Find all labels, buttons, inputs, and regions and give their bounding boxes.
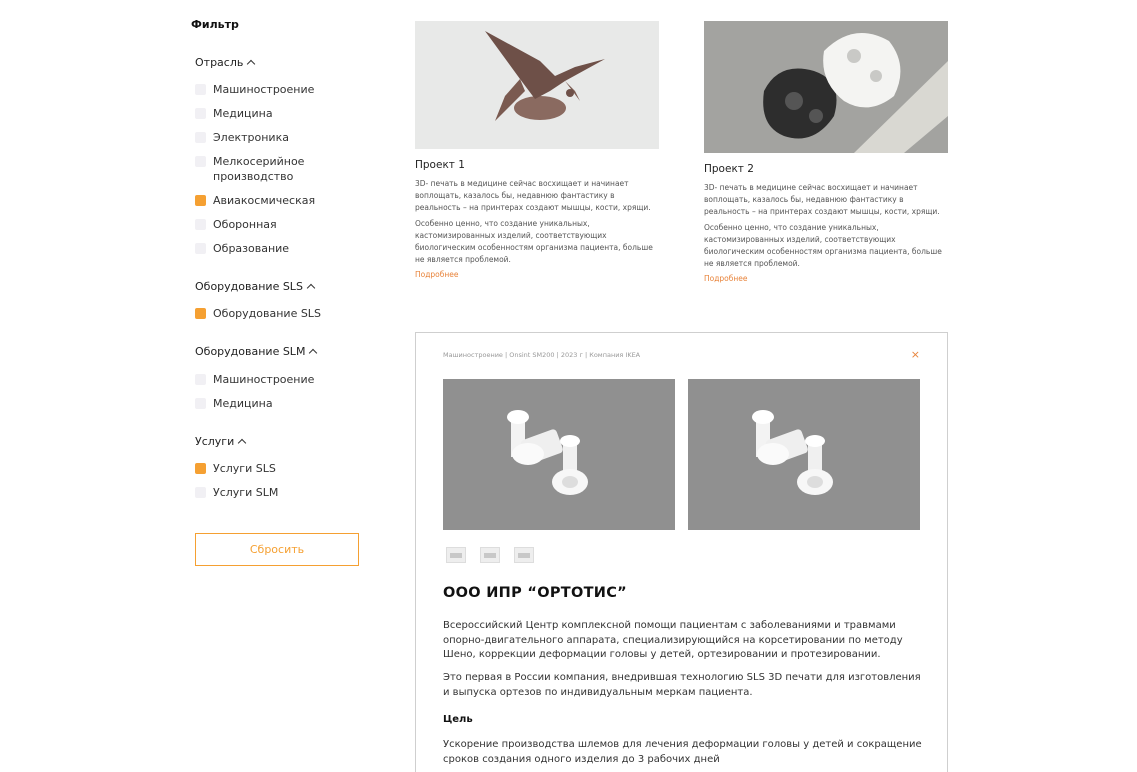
dragon-figure-image: [415, 21, 659, 149]
project-title: Проект 2: [704, 163, 754, 175]
filter-option-label: Машиностроение: [213, 373, 315, 386]
filter-option-label: Образование: [213, 242, 290, 255]
checkbox-checked[interactable]: [195, 195, 206, 206]
project-meta: Машиностроение | Onsint SM200 | 2023 г |…: [443, 351, 641, 359]
filter-option-label: Авиакосмическая: [213, 194, 316, 207]
thumbnail[interactable]: [514, 547, 534, 563]
chevron-up-icon: [247, 59, 256, 69]
chevron-up-icon: [306, 283, 316, 293]
project-description: Особенно ценно, что создание уникальных,…: [704, 223, 942, 268]
filter-group-label: Оборудование SLS: [195, 280, 303, 293]
filter-option[interactable]: Мелкосерийное производство: [195, 154, 325, 184]
project-card: Проект 1 3D- печать в медицине сейчас во…: [415, 21, 659, 279]
filter-option-label: Оборонная: [213, 218, 277, 231]
filter-option-label: Оборудование SLS: [213, 307, 321, 320]
chevron-up-icon: [309, 348, 318, 358]
project-description: 3D- печать в медицине сейчас восхищает и…: [415, 179, 651, 212]
orthosis-parts-image: [443, 379, 675, 530]
organization-title: ООО ИПР “ОРТОТИС”: [443, 585, 627, 601]
checkbox-checked[interactable]: [195, 463, 206, 474]
lattice-parts-image: [704, 21, 948, 153]
filter-group-slm-equipment[interactable]: Оборудование SLM: [195, 345, 318, 358]
project-description: Особенно ценно, что создание уникальных,…: [415, 219, 653, 264]
filter-option-label: Медицина: [213, 397, 273, 410]
filter-option[interactable]: Электроника: [195, 130, 289, 145]
filter-option[interactable]: Оборонная: [195, 217, 277, 232]
project-title: Проект 1: [415, 159, 465, 171]
project-photo[interactable]: [688, 379, 920, 530]
thumbnail-strip: [446, 547, 534, 563]
project-image[interactable]: [704, 21, 948, 153]
filter-group-services[interactable]: Услуги: [195, 435, 247, 448]
filter-option-label: Услуги SLS: [213, 462, 276, 475]
filter-option[interactable]: Машиностроение: [195, 372, 314, 387]
filter-option[interactable]: Машиностроение: [195, 82, 314, 97]
filter-option[interactable]: Авиакосмическая: [195, 193, 315, 208]
checkbox[interactable]: [195, 219, 206, 230]
checkbox[interactable]: [195, 108, 206, 119]
filter-option[interactable]: Оборудование SLS: [195, 306, 321, 321]
filter-option-label: Мелкосерийное производство: [213, 155, 305, 183]
project-detail-panel: Машиностроение | Onsint SM200 | 2023 г |…: [415, 332, 948, 772]
filter-option[interactable]: Услуги SLM: [195, 485, 278, 500]
organization-description: Это первая в России компания, внедрившая…: [443, 672, 921, 698]
filter-title: Фильтр: [191, 18, 239, 31]
filter-option-label: Электроника: [213, 131, 289, 144]
filter-option[interactable]: Медицина: [195, 106, 273, 121]
checkbox[interactable]: [195, 156, 206, 167]
project-photo[interactable]: [443, 379, 675, 530]
read-more-link[interactable]: Подробнее: [415, 270, 659, 279]
checkbox[interactable]: [195, 243, 206, 254]
filter-option[interactable]: Образование: [195, 241, 289, 256]
filter-group-label: Отрасль: [195, 56, 244, 69]
orthosis-parts-image: [688, 379, 920, 530]
filter-group-label: Услуги: [195, 435, 235, 448]
checkbox[interactable]: [195, 398, 206, 409]
checkbox[interactable]: [195, 132, 206, 143]
checkbox-checked[interactable]: [195, 308, 206, 319]
project-image[interactable]: [415, 21, 659, 149]
filter-option[interactable]: Медицина: [195, 396, 273, 411]
read-more-link[interactable]: Подробнее: [704, 274, 948, 283]
checkbox[interactable]: [195, 374, 206, 385]
filter-option[interactable]: Услуги SLS: [195, 461, 276, 476]
organization-description: Всероссийский Центр комплексной помощи п…: [443, 620, 903, 660]
thumbnail[interactable]: [480, 547, 500, 563]
project-description: 3D- печать в медицине сейчас восхищает и…: [704, 183, 940, 216]
thumbnail[interactable]: [446, 547, 466, 563]
goal-text: Ускорение производства шлемов для лечени…: [443, 739, 922, 765]
filter-group-industry[interactable]: Отрасль: [195, 56, 256, 69]
goal-heading: Цель: [443, 714, 473, 725]
filter-option-label: Машиностроение: [213, 83, 315, 96]
filter-option-label: Услуги SLM: [213, 486, 279, 499]
project-card: Проект 2 3D- печать в медицине сейчас во…: [704, 21, 948, 283]
close-icon[interactable]: ×: [911, 348, 920, 361]
reset-button[interactable]: Сбросить: [195, 533, 359, 566]
checkbox[interactable]: [195, 487, 206, 498]
checkbox[interactable]: [195, 84, 206, 95]
filter-group-label: Оборудование SLM: [195, 345, 306, 358]
filter-option-label: Медицина: [213, 107, 273, 120]
chevron-up-icon: [237, 438, 247, 448]
filter-group-sls-equipment[interactable]: Оборудование SLS: [195, 280, 316, 293]
